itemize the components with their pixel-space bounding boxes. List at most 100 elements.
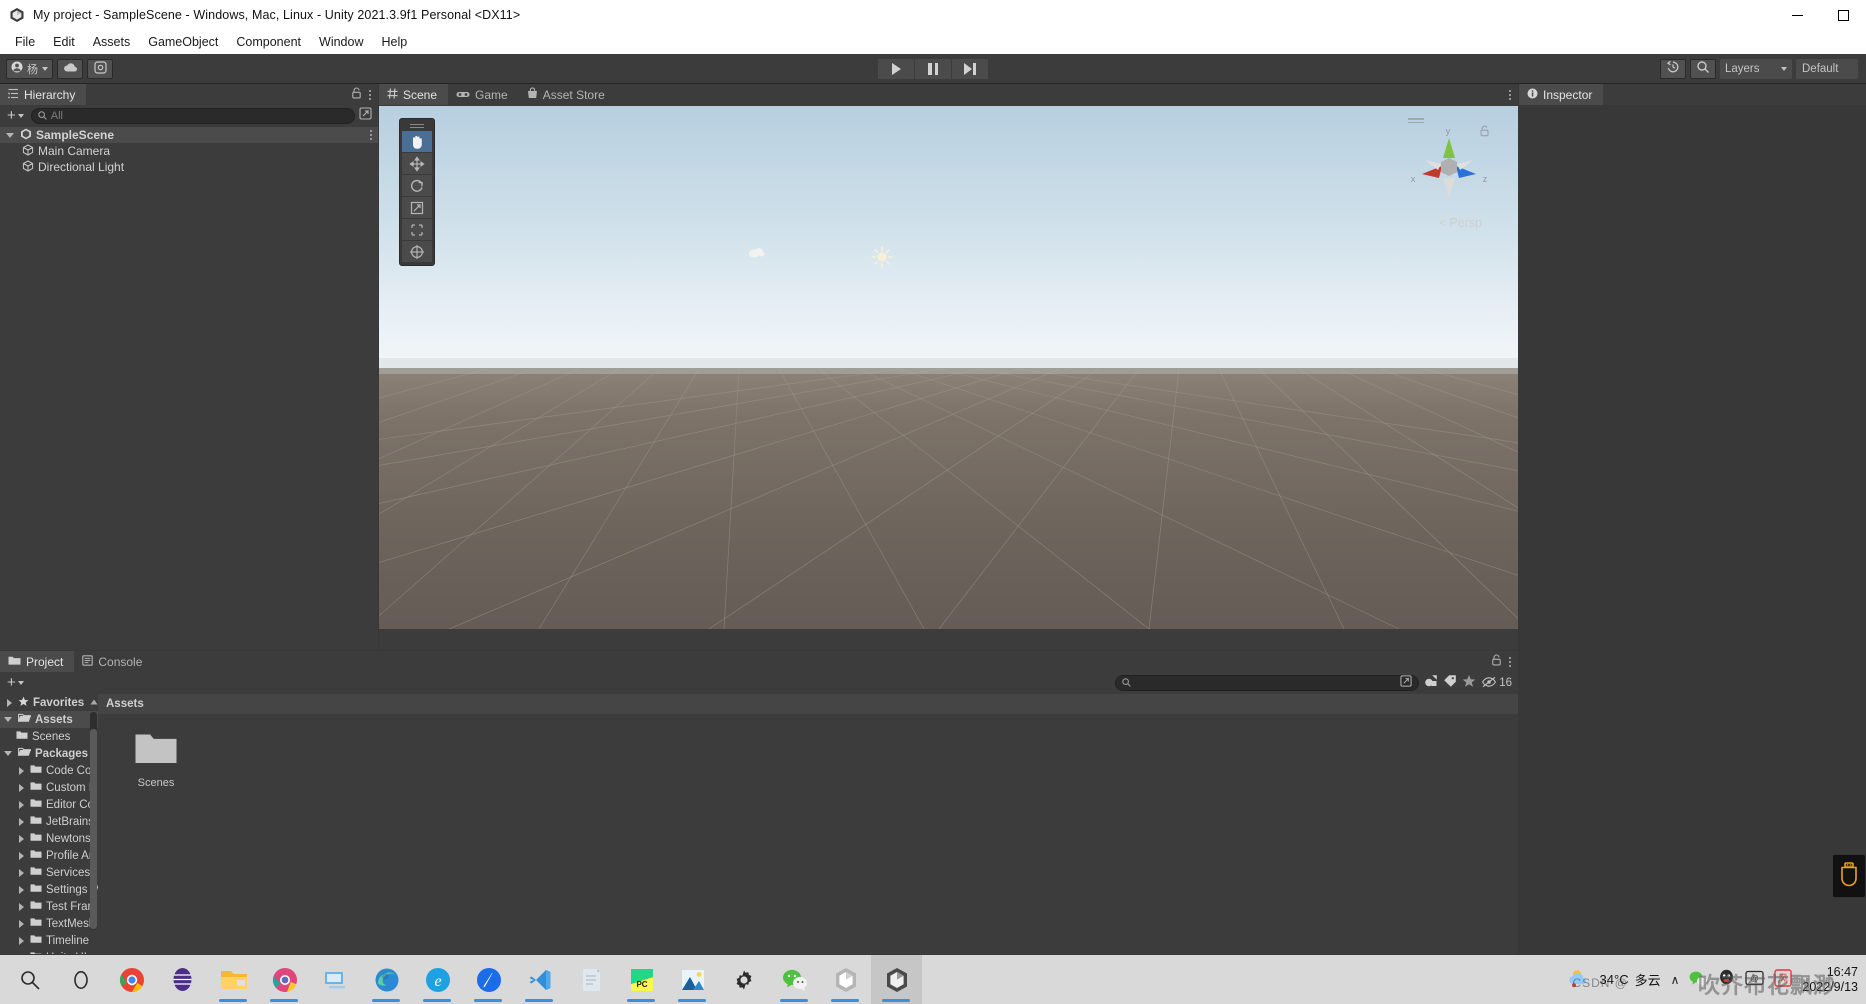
chevron-down-icon[interactable]	[4, 717, 14, 722]
taskbar-pycharm-icon[interactable]: PC	[616, 955, 667, 1004]
chevron-right-icon[interactable]	[16, 920, 26, 928]
overlay-drag-handle[interactable]	[402, 121, 432, 131]
hierarchy-item-samplescene[interactable]: SampleScene	[0, 127, 378, 143]
scene-orientation-gizmo[interactable]: y x z <Persp	[1394, 112, 1504, 222]
menu-component[interactable]: Component	[227, 32, 310, 52]
chevron-right-icon[interactable]	[16, 818, 26, 826]
usb-notification[interactable]	[1832, 854, 1866, 898]
taskbar-remote-desktop-icon[interactable]	[310, 955, 361, 1004]
scene-menu-icon[interactable]	[1509, 90, 1511, 100]
project-menu-icon[interactable]	[1509, 657, 1511, 667]
tree-item-package[interactable]: Unity UI	[0, 949, 98, 954]
tree-item-package[interactable]: Profile An	[0, 847, 98, 864]
filter-by-label-icon[interactable]	[1443, 674, 1457, 693]
tree-item-favorites[interactable]: Favorites	[0, 694, 98, 711]
tree-item-package[interactable]: Custom N	[0, 779, 98, 796]
tree-item-package[interactable]: Test Fram	[0, 898, 98, 915]
chevron-down-icon[interactable]	[4, 751, 14, 756]
tree-scrollbar[interactable]	[90, 712, 97, 930]
taskbar-sogou-browser-icon[interactable]	[157, 955, 208, 1004]
tree-item-package[interactable]: Services	[0, 864, 98, 881]
tab-hierarchy[interactable]: Hierarchy	[0, 84, 86, 105]
favorites-star-icon[interactable]	[1462, 674, 1476, 693]
tab-scene[interactable]: Scene	[379, 84, 448, 105]
network-icon[interactable]: 风	[1774, 969, 1792, 990]
taskbar-file-explorer-icon[interactable]	[208, 955, 259, 1004]
chevron-right-icon[interactable]	[16, 784, 26, 792]
taskbar-chrome-icon[interactable]	[106, 955, 157, 1004]
tab-inspector[interactable]: Inspector	[1519, 84, 1603, 105]
scale-tool-button[interactable]	[402, 197, 432, 219]
tree-scrollbar-thumb[interactable]	[90, 729, 97, 929]
hierarchy-create-button[interactable]: +	[4, 109, 27, 123]
menu-help[interactable]: Help	[372, 32, 416, 52]
perspective-label[interactable]: <Persp	[1439, 216, 1482, 230]
menu-file[interactable]: File	[6, 32, 44, 52]
hierarchy-lock-icon[interactable]	[351, 86, 362, 104]
project-save-search-icon[interactable]	[1400, 674, 1412, 692]
undo-history-button[interactable]	[1660, 59, 1686, 79]
tree-item-package[interactable]: Newtons	[0, 830, 98, 847]
chevron-down-icon[interactable]	[6, 133, 14, 138]
tree-item-package[interactable]: TextMesh	[0, 915, 98, 932]
chevron-right-icon[interactable]	[16, 886, 26, 894]
tree-item-scenes[interactable]: Scenes	[0, 728, 98, 745]
filter-by-type-icon[interactable]	[1424, 674, 1438, 693]
tab-project[interactable]: Project	[0, 651, 74, 672]
menu-gameobject[interactable]: GameObject	[139, 32, 227, 52]
taskbar-unity-editor-icon[interactable]	[871, 955, 922, 1004]
visible-count-badge[interactable]: 16	[1481, 676, 1512, 691]
taskbar-clock[interactable]: 16:47 2022/9/13	[1802, 965, 1858, 995]
tree-item-package[interactable]: Timeline	[0, 932, 98, 949]
maximize-button[interactable]	[1820, 0, 1866, 30]
chevron-right-icon[interactable]	[16, 869, 26, 877]
pause-button[interactable]	[915, 59, 951, 79]
hierarchy-item-directional-light[interactable]: Directional Light	[0, 159, 378, 175]
taskbar-cortana-icon[interactable]	[55, 955, 106, 1004]
chevron-right-icon[interactable]	[16, 852, 26, 860]
hierarchy-search-input[interactable]: All	[31, 108, 355, 124]
collab-button[interactable]	[87, 59, 113, 79]
rect-tool-button[interactable]	[402, 219, 432, 241]
light-gizmo[interactable]	[871, 246, 893, 273]
chevron-right-icon[interactable]	[16, 801, 26, 809]
chevron-right-icon[interactable]	[16, 954, 26, 955]
wechat-tray-icon[interactable]	[1689, 970, 1708, 990]
taskbar-notebook-icon[interactable]	[565, 955, 616, 1004]
camera-gizmo[interactable]	[748, 246, 765, 264]
tree-item-packages[interactable]: Packages	[0, 745, 98, 762]
tab-asset-store[interactable]: Asset Store	[519, 84, 616, 105]
project-search-input[interactable]	[1115, 675, 1419, 691]
scene-viewport[interactable]: y x z <Persp	[379, 106, 1518, 629]
taskbar-edge-beta-icon[interactable]	[361, 955, 412, 1004]
tree-item-package[interactable]: JetBrains	[0, 813, 98, 830]
chevron-right-icon[interactable]	[16, 835, 26, 843]
hierarchy-menu-icon[interactable]	[369, 90, 371, 100]
tree-item-package[interactable]: Code Cov	[0, 762, 98, 779]
chevron-right-icon[interactable]	[16, 937, 26, 945]
taskbar-vs-code-icon[interactable]	[514, 955, 565, 1004]
project-breadcrumb[interactable]: Assets	[98, 694, 1518, 714]
project-lock-icon[interactable]	[1491, 653, 1502, 671]
cloud-services-button[interactable]	[57, 59, 83, 79]
taskbar-e-app-icon[interactable]: e	[412, 955, 463, 1004]
tree-item-package[interactable]: Settings M	[0, 881, 98, 898]
minimize-button[interactable]	[1774, 0, 1820, 30]
chevron-right-icon[interactable]	[16, 903, 26, 911]
tab-console[interactable]: Console	[74, 651, 153, 672]
transform-tool-button[interactable]	[402, 241, 432, 263]
account-button[interactable]: 杨	[6, 59, 53, 79]
asset-item-scenes[interactable]: Scenes	[118, 730, 194, 789]
qq-tray-icon[interactable]	[1718, 969, 1735, 990]
layout-dropdown[interactable]: Default	[1796, 59, 1858, 79]
taskbar-wechat-icon[interactable]	[769, 955, 820, 1004]
taskbar-photos-icon[interactable]	[667, 955, 718, 1004]
taskbar-unity-hub-icon[interactable]	[820, 955, 871, 1004]
menu-edit[interactable]: Edit	[44, 32, 84, 52]
project-create-button[interactable]: +	[4, 676, 27, 690]
taskbar-pen-app-icon[interactable]	[463, 955, 514, 1004]
taskbar-chrome-canary-icon[interactable]	[259, 955, 310, 1004]
move-tool-button[interactable]	[402, 153, 432, 175]
menu-assets[interactable]: Assets	[84, 32, 140, 52]
sogou-ime-icon[interactable]: @	[1745, 969, 1764, 990]
